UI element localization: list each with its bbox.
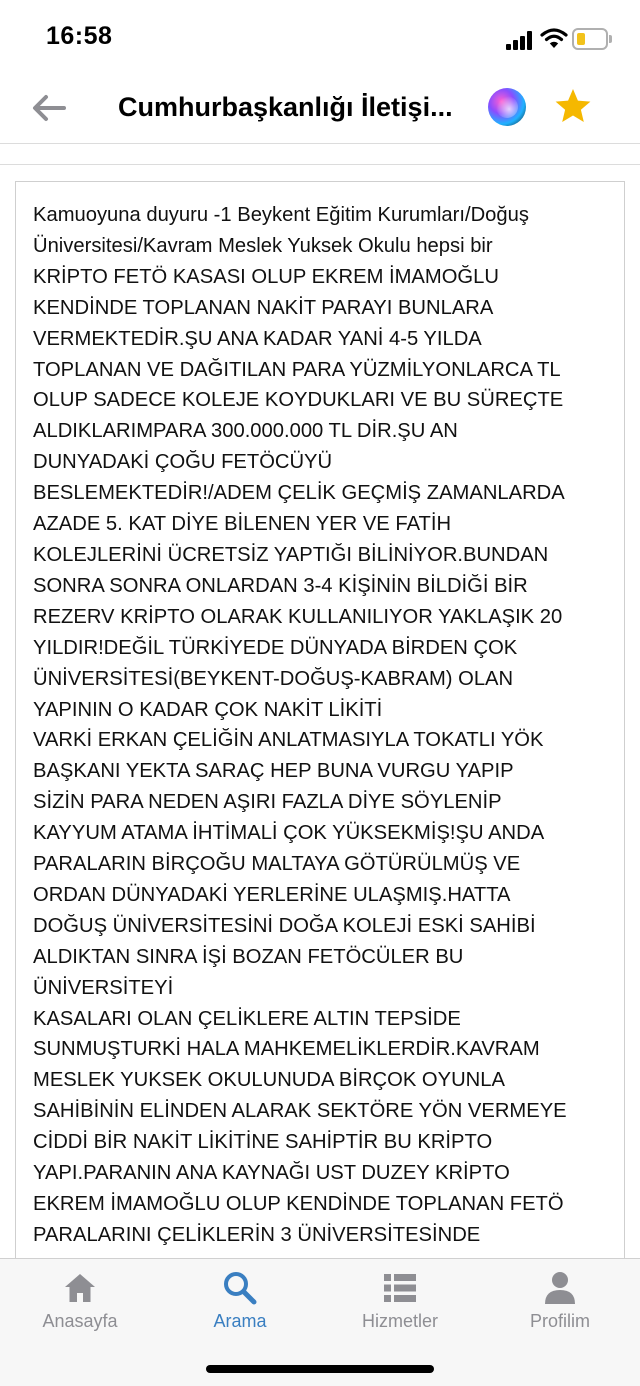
battery-icon <box>572 28 612 50</box>
profile-icon <box>545 1272 575 1304</box>
search-icon <box>224 1272 257 1305</box>
status-time: 16:58 <box>46 22 113 50</box>
tab-label: Anasayfa <box>42 1311 118 1331</box>
page-title: Cumhurbaşkanlığı İletişi... <box>118 92 453 122</box>
screen: 16:58 Cumhurbaşkanlığı İletişi... Kamuoy… <box>0 0 640 1386</box>
nav-bar: Cumhurbaşkanlığı İletişi... <box>0 78 640 144</box>
home-icon <box>65 1274 95 1302</box>
cellular-signal-icon <box>506 30 536 50</box>
tab-label: Hizmetler <box>361 1311 438 1331</box>
home-indicator[interactable] <box>206 1365 434 1373</box>
battery-level <box>577 33 585 45</box>
list-icon <box>384 1274 416 1302</box>
back-arrow-icon[interactable] <box>30 92 68 124</box>
star-icon[interactable] <box>553 86 593 126</box>
tab-home[interactable]: Anasayfa <box>0 1259 160 1343</box>
divider <box>0 164 640 165</box>
tab-label: Arama <box>213 1311 267 1331</box>
wifi-icon <box>540 28 568 48</box>
tab-label: Profilim <box>529 1311 590 1331</box>
status-bar: 16:58 <box>0 0 640 78</box>
announcement-text: Kamuoyuna duyuru -1 Beykent Eğitim Kurum… <box>33 204 567 1246</box>
content-card[interactable]: Kamuoyuna duyuru -1 Beykent Eğitim Kurum… <box>15 181 625 1281</box>
siri-icon[interactable] <box>488 88 526 126</box>
tab-search[interactable]: Arama <box>160 1259 320 1343</box>
tab-services[interactable]: Hizmetler <box>320 1259 480 1343</box>
tab-profile[interactable]: Profilim <box>480 1259 640 1343</box>
